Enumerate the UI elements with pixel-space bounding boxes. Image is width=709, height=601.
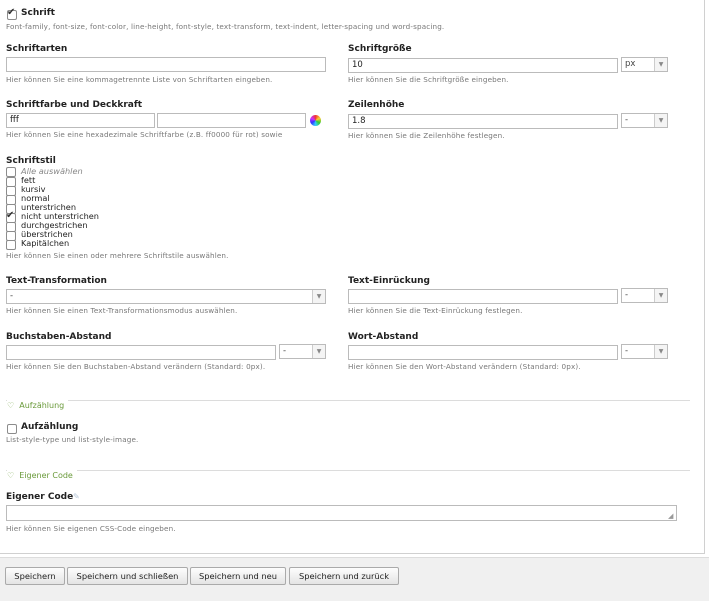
style-checkbox-kapitaelchen[interactable] [6,240,16,250]
heart-outline-icon: ♡ [7,401,15,410]
save-button[interactable]: Speichern [5,567,65,585]
text-einrueckung-help: Hier können Sie die Text-Einrückung fest… [348,306,523,315]
schriftfarbe-help: Hier können Sie eine hexadezimale Schrif… [6,130,283,139]
save-new-button[interactable]: Speichern und neu [190,567,286,585]
font-section-description: Font-family, font-size, font-color, line… [6,22,445,31]
zeilenhoehe-unit-value: - [625,115,629,125]
text-transformation-label: Text-Transformation [6,276,107,286]
schriftfarbe-label: Schriftfarbe und Deckkraft [6,100,143,110]
chevron-down-icon: ▼ [654,114,667,127]
fieldset-divider [6,470,690,471]
text-einrueckung-label: Text-Einrückung [348,276,430,286]
fieldset-divider [6,400,690,401]
brush-icon[interactable]: ✎ [73,492,80,501]
text-transformation-select[interactable]: - ▼ [6,289,326,304]
buchstaben-abstand-unit-value: - [283,346,287,356]
eigener-code-fieldset-toggle[interactable]: ♡ Eigener Code [7,463,77,482]
aufzaehlung-checkbox[interactable] [7,424,17,434]
text-einrueckung-input[interactable] [348,289,618,304]
buchstaben-abstand-unit-select[interactable]: - ▼ [279,344,326,359]
wort-abstand-label: Wort-Abstand [348,332,419,342]
schriftgroesse-help: Hier können Sie die Schriftgröße eingebe… [348,75,509,84]
text-einrueckung-unit-value: - [625,290,629,300]
schriftarten-help: Hier können Sie eine kommagetrennte List… [6,75,273,84]
eigener-code-label: Eigener Code [6,492,74,502]
eigener-code-textarea[interactable] [6,505,677,521]
schriftgroesse-unit-select[interactable]: px ▼ [621,57,668,72]
buchstaben-abstand-help: Hier können Sie den Buchstaben-Abstand v… [6,362,266,371]
wort-abstand-unit-select[interactable]: - ▼ [621,344,668,359]
deckkraft-input[interactable] [157,113,306,128]
aufzaehlung-description: List-style-type und list-style-image. [6,435,139,444]
zeilenhoehe-unit-select[interactable]: - ▼ [621,113,668,128]
schriftarten-input[interactable] [6,57,326,72]
buchstaben-abstand-label: Buchstaben-Abstand [6,332,112,342]
zeilenhoehe-help: Hier können Sie die Zeilenhöhe festlegen… [348,131,505,140]
chevron-down-icon: ▼ [654,58,667,71]
schriftgroesse-unit-value: px [625,59,636,69]
eigener-code-legend: Eigener Code [19,471,73,480]
aufzaehlung-label: Aufzählung [21,422,79,432]
wort-abstand-unit-value: - [625,346,629,356]
chevron-down-icon: ▼ [654,345,667,358]
buchstaben-abstand-input[interactable] [6,345,276,360]
select-all-checkbox[interactable] [6,167,16,177]
eigener-code-help: Hier können Sie eigenen CSS-Code eingebe… [6,524,176,533]
schriftarten-label: Schriftarten [6,44,68,54]
zeilenhoehe-input[interactable]: 1.8 [348,114,618,129]
resize-handle-icon[interactable]: ◢ [668,512,673,520]
color-wheel-icon[interactable] [310,115,321,126]
style-label-kapitaelchen: Kapitälchen [21,238,70,248]
save-close-button[interactable]: Speichern und schließen [67,567,188,585]
schriftstil-label: Schriftstil [6,156,56,166]
zeilenhoehe-label: Zeilenhöhe [348,100,405,110]
text-transformation-value: - [10,291,14,301]
aufzaehlung-fieldset-toggle[interactable]: ♡ Aufzählung [7,393,69,412]
schriftgroesse-input[interactable]: 10 [348,58,618,73]
aufzaehlung-legend: Aufzählung [19,401,65,410]
wort-abstand-help: Hier können Sie den Wort-Abstand verände… [348,362,581,371]
font-section-label: Schrift [21,8,55,18]
schriftstil-help: Hier können Sie einen oder mehrere Schri… [6,251,229,260]
text-transformation-help: Hier können Sie einen Text-Transformatio… [6,306,238,315]
save-back-button[interactable]: Speichern und zurück [289,567,399,585]
chevron-down-icon: ▼ [654,289,667,302]
schriftgroesse-label: Schriftgröße [348,44,412,54]
text-einrueckung-unit-select[interactable]: - ▼ [621,288,668,303]
chevron-down-icon: ▼ [312,345,325,358]
font-section-checkbox[interactable] [7,7,17,20]
wort-abstand-input[interactable] [348,345,618,360]
heart-outline-icon: ♡ [7,471,15,480]
chevron-down-icon: ▼ [312,290,325,303]
schriftfarbe-input[interactable]: fff [6,113,155,128]
